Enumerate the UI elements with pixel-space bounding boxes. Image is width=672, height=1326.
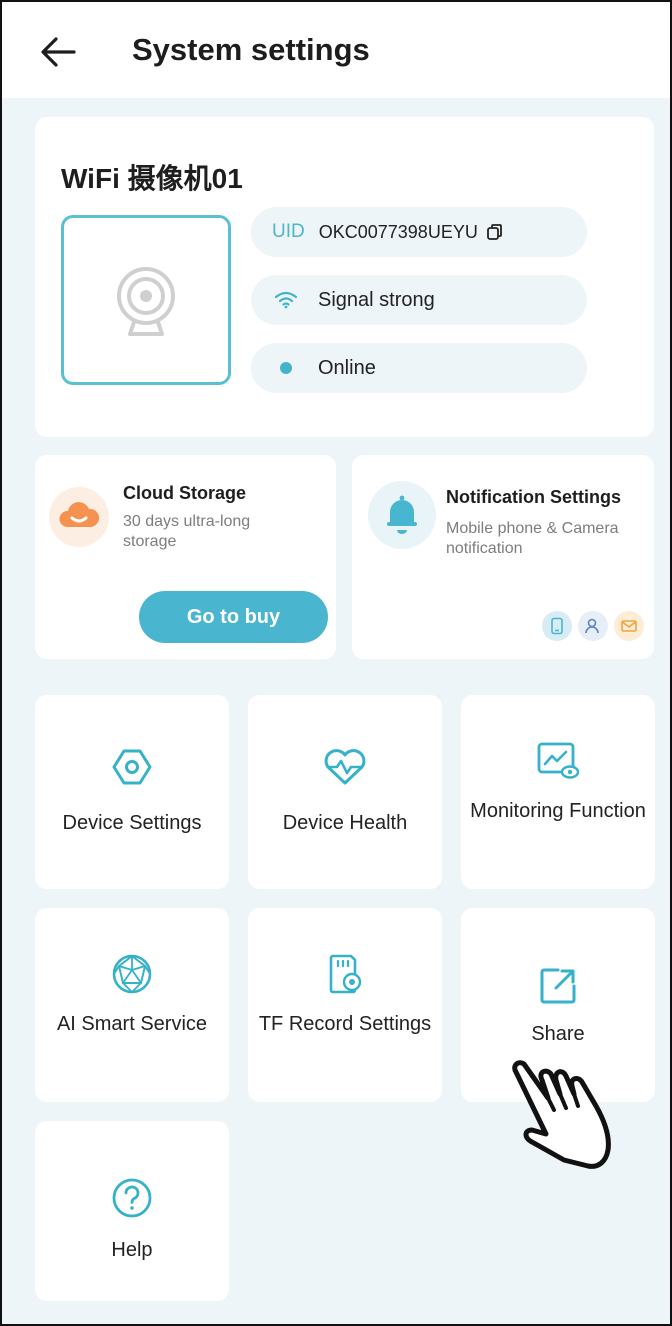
help-icon — [35, 1177, 229, 1219]
share-label: Share — [531, 1023, 585, 1045]
arrow-left-icon — [41, 37, 76, 67]
monitor-eye-icon — [461, 741, 655, 781]
help-label: Help — [111, 1239, 153, 1261]
copy-icon[interactable] — [486, 223, 504, 241]
bell-icon — [368, 481, 436, 549]
hexagon-settings-icon — [35, 745, 229, 789]
uid-value: OKC0077398UEYU — [318, 221, 478, 242]
device-settings-tile[interactable]: Device Settings — [35, 695, 229, 889]
uid-row: UID OKC0077398UEYU — [251, 207, 587, 257]
monitoring-function-label: Monitoring Function — [470, 800, 646, 822]
cloud-storage-description: 30 days ultra-long storage — [123, 513, 251, 550]
monitoring-function-tile[interactable]: Monitoring Function — [461, 695, 655, 889]
wifi-icon — [273, 291, 299, 309]
ai-sphere-icon — [35, 952, 229, 996]
status-row: Online — [251, 343, 587, 393]
status-text: Online — [318, 356, 376, 379]
device-health-label: Device Health — [282, 812, 408, 834]
cloud-storage-card[interactable]: Cloud Storage 30 days ultra-long storage… — [35, 455, 336, 659]
notification-settings-card[interactable]: Notification Settings Mobile phone & Cam… — [352, 455, 654, 659]
heart-pulse-icon — [248, 745, 442, 789]
device-info-card: WiFi 摄像机01 UID OKC0077398UEYU Signal str… — [35, 117, 654, 437]
notification-title: Notification Settings — [446, 487, 621, 507]
ai-smart-service-tile[interactable]: AI Smart Service — [35, 908, 229, 1102]
cloud-icon — [49, 487, 109, 547]
tf-record-settings-label: TF Record Settings — [258, 1013, 432, 1035]
page-title: System settings — [132, 32, 370, 67]
user-notification-icon[interactable] — [578, 611, 608, 641]
notification-description: Mobile phone & Camera notification — [446, 520, 619, 557]
device-settings-label: Device Settings — [62, 812, 202, 834]
tf-record-settings-tile[interactable]: TF Record Settings — [248, 908, 442, 1102]
camera-icon — [117, 267, 175, 336]
share-icon — [461, 966, 655, 1006]
mail-notification-icon[interactable] — [614, 611, 644, 641]
signal-text: Signal strong — [318, 288, 435, 311]
ai-smart-service-label: AI Smart Service — [56, 1013, 208, 1035]
device-health-tile[interactable]: Device Health — [248, 695, 442, 889]
uid-label: UID — [272, 221, 305, 242]
help-tile[interactable]: Help — [35, 1121, 229, 1301]
back-button[interactable] — [36, 30, 80, 74]
sd-card-icon — [248, 952, 442, 996]
signal-row: Signal strong — [251, 275, 587, 325]
device-name: WiFi 摄像机01 — [61, 163, 243, 194]
pointing-hand-icon — [512, 1060, 611, 1169]
status-dot-icon — [273, 362, 299, 374]
cloud-storage-title: Cloud Storage — [123, 483, 247, 503]
app-screen: System settings WiFi 摄像机01 UID OKC007739… — [0, 0, 672, 1326]
phone-notification-icon[interactable] — [542, 611, 572, 641]
header-bar: System settings — [2, 2, 670, 98]
device-thumbnail[interactable] — [61, 215, 231, 385]
go-to-buy-button[interactable]: Go to buy — [139, 591, 328, 643]
